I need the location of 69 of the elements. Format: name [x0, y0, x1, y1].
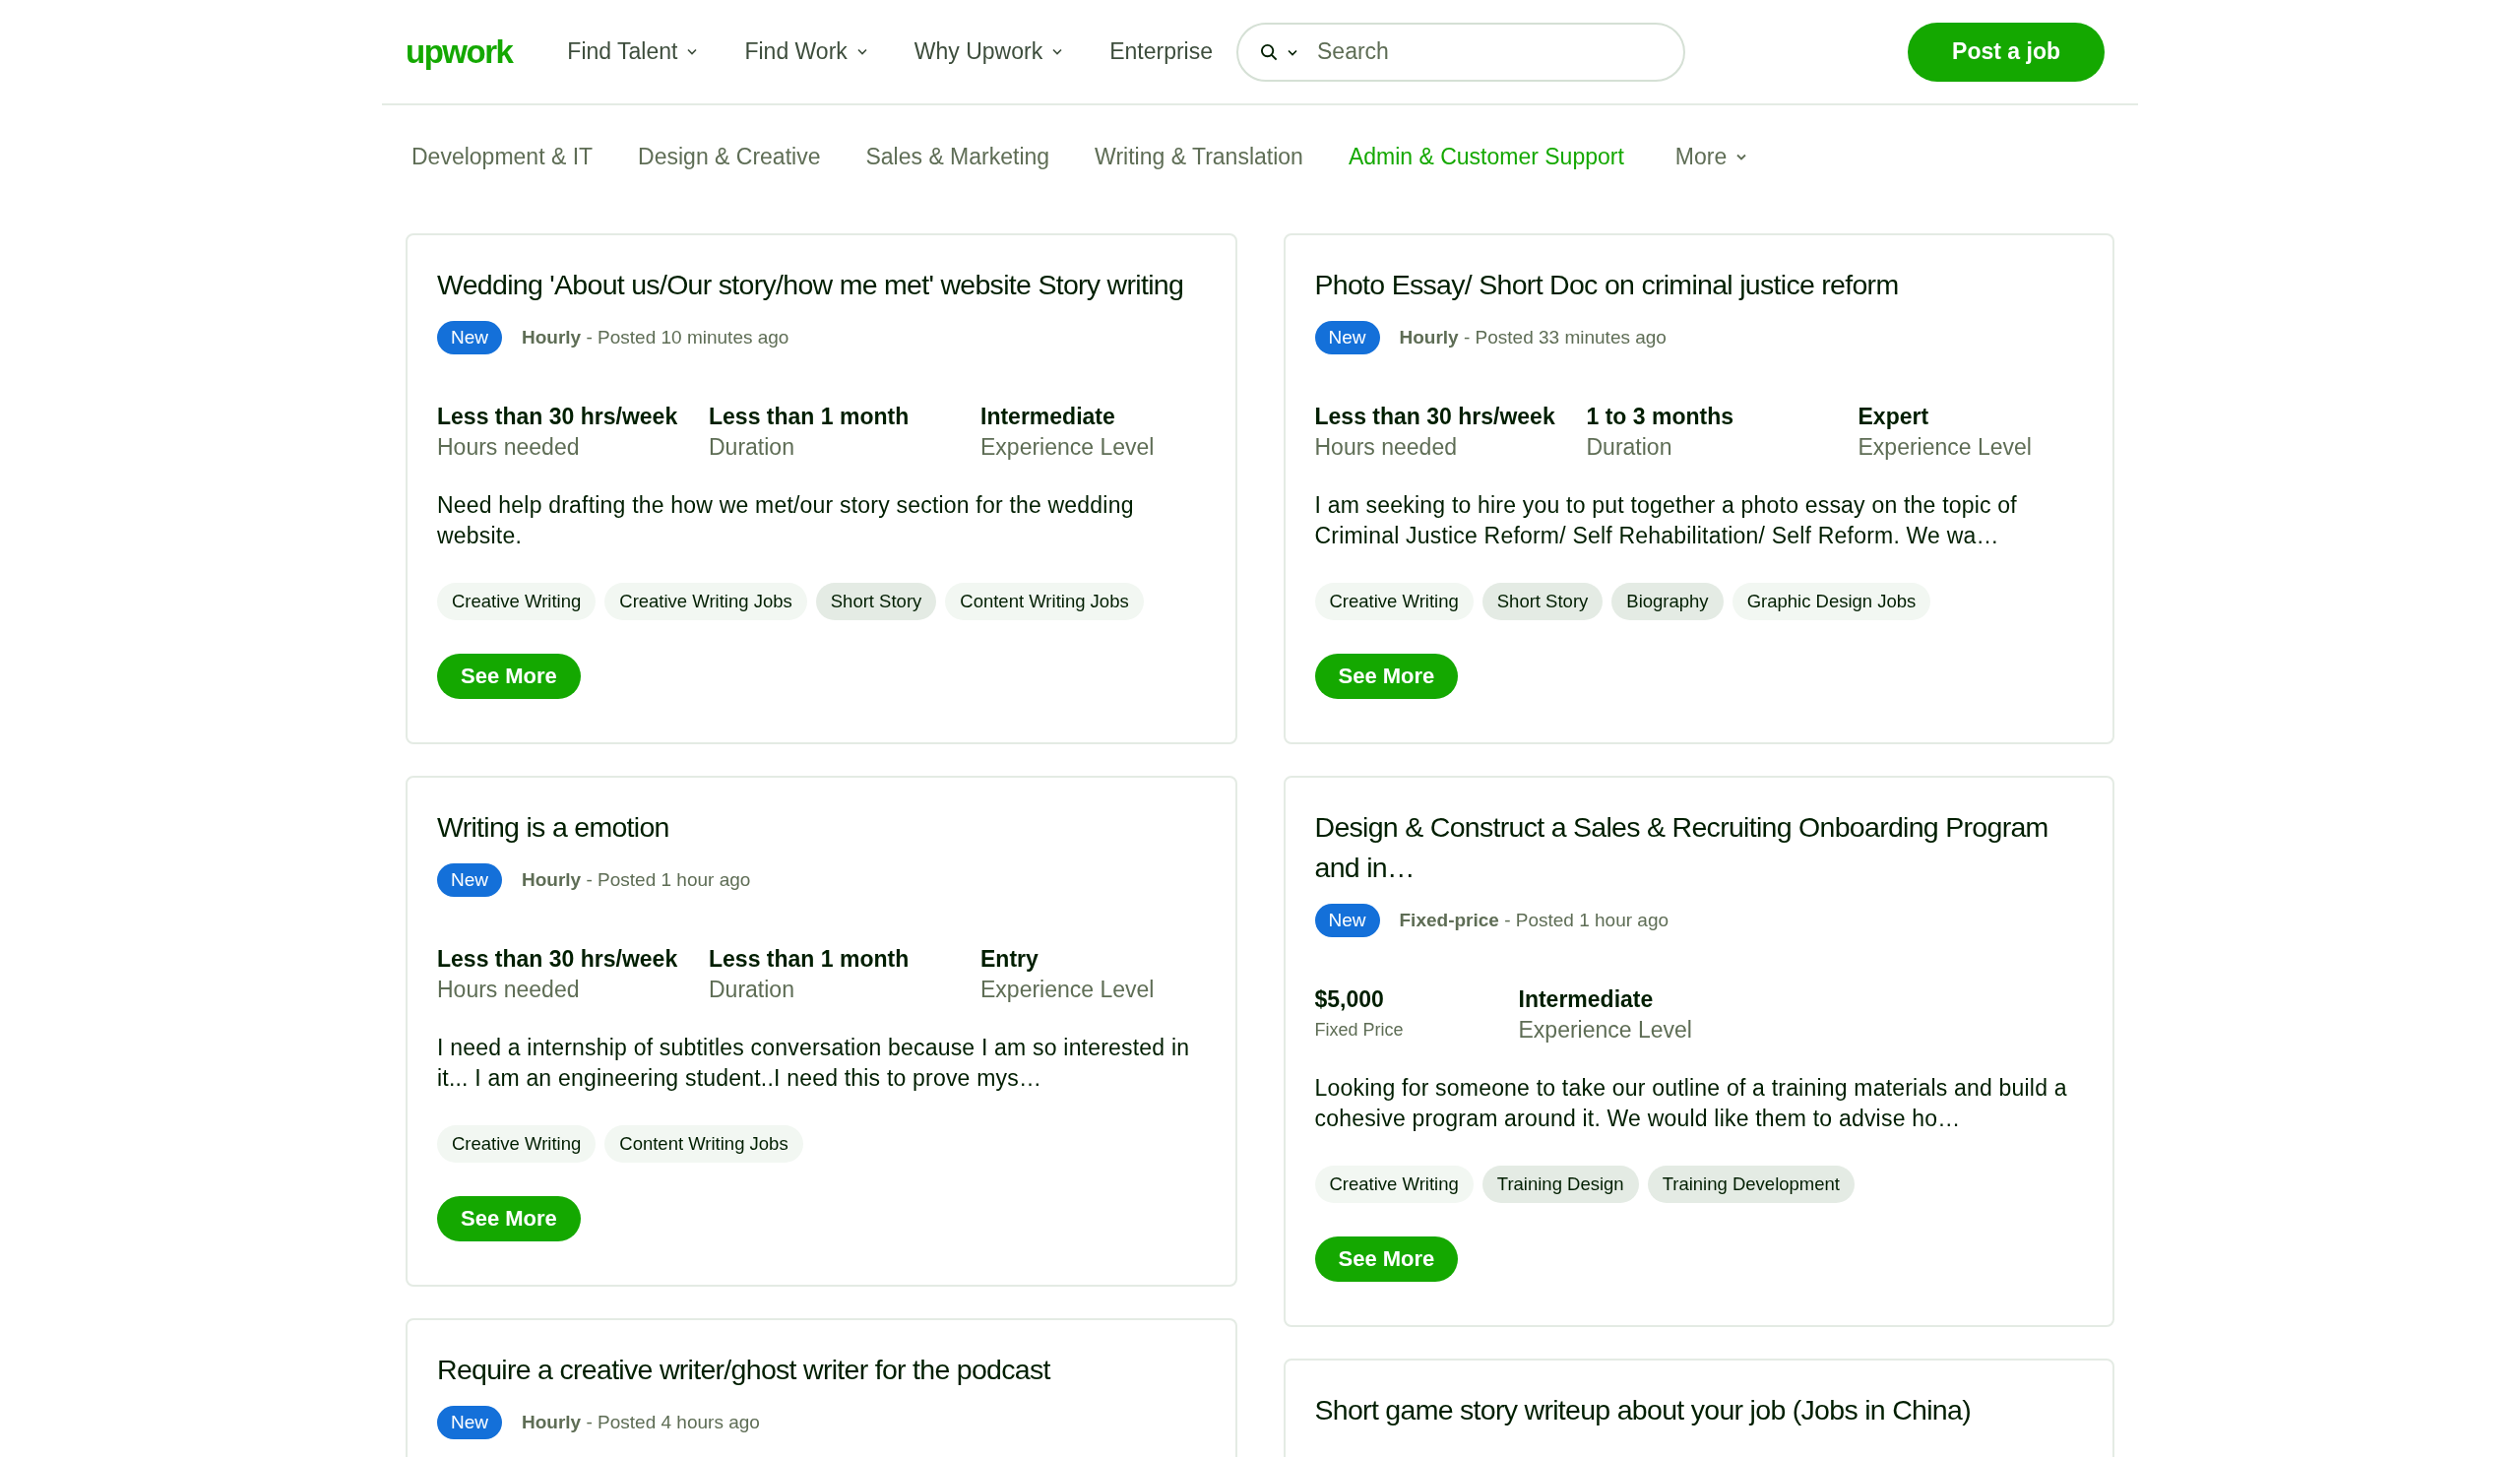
stat-value: Intermediate — [980, 403, 1116, 431]
skill-tag[interactable]: Short Story — [815, 583, 937, 620]
new-badge: New — [437, 321, 502, 354]
stat-value: Intermediate — [1518, 985, 1655, 1014]
stat-label: Hours needed — [1314, 433, 1458, 462]
skill-tag[interactable]: Creative Writing — [437, 583, 597, 620]
stat-value: Less than 1 month — [709, 403, 911, 431]
job-description: I need a internship of subtitles conversation because I am so interested in it... I am an engineering student..I need this to prove mys… — [437, 1034, 1191, 1093]
chevron-icon — [856, 48, 867, 55]
stat-value: Less than 1 month — [709, 945, 911, 974]
stat-value: 1 to 3 months — [1586, 403, 1734, 431]
job-meta: Hourly - Posted 1 hour ago — [522, 869, 751, 891]
job-title[interactable]: Require a creative writer/ghost writer for the podcast — [437, 1350, 1206, 1390]
stat-label: Duration — [709, 433, 795, 462]
job-meta: Hourly - Posted 4 hours ago — [522, 1412, 760, 1433]
skill-tag[interactable]: Content Writing Jobs — [945, 583, 1144, 620]
job-title[interactable]: Photo Essay/ Short Doc on criminal justice reform — [1314, 265, 2083, 305]
stat-label: Experience Level — [1518, 1016, 1693, 1045]
job-description: Need help drafting the how we met/our story section for the wedding website. — [437, 491, 1135, 550]
stat-label: Hours needed — [437, 976, 581, 1004]
skill-tag[interactable]: Graphic Design Jobs — [1732, 583, 1931, 620]
skill-tag[interactable]: Content Writing Jobs — [604, 1125, 803, 1163]
skill-tag[interactable]: Creative Writing Jobs — [604, 583, 807, 620]
stat-label: Experience Level — [980, 976, 1156, 1004]
new-badge: New — [1314, 321, 1380, 354]
skill-tag[interactable]: Creative Writing — [1314, 583, 1474, 620]
nav-link[interactable]: Find Talent — [567, 38, 698, 65]
job-meta: Hourly - Posted 10 minutes ago — [522, 327, 789, 348]
skill-tag[interactable]: Biography — [1611, 583, 1724, 620]
new-badge: New — [1314, 904, 1380, 937]
job-title[interactable]: Wedding 'About us/Our story/how me met' website Story writing — [437, 265, 1206, 305]
job-description: Looking for someone to take our outline of a training materials and build a cohesive program around it. We would like them to advise ho… — [1314, 1074, 2068, 1133]
skill-tag[interactable]: Short Story — [1481, 583, 1604, 620]
skill-tag[interactable]: Training Development — [1647, 1166, 1855, 1203]
category-tab[interactable]: Writing & Translation — [1095, 144, 1303, 170]
stat-label: Experience Level — [980, 433, 1156, 462]
stat-value: Less than 30 hrs/week — [437, 403, 679, 431]
category-tab[interactable]: Design & Creative — [638, 144, 821, 170]
nav-link[interactable]: Enterprise — [1109, 38, 1213, 65]
new-badge: New — [437, 1406, 502, 1439]
job-meta: Hourly - Posted 33 minutes ago — [1399, 327, 1667, 348]
chevron-icon — [687, 48, 698, 55]
category-tab[interactable]: More — [1674, 144, 1747, 170]
stat-label: Hours needed — [437, 433, 581, 462]
nav-link[interactable]: Why Upwork — [914, 38, 1063, 65]
chevron-icon — [1052, 48, 1063, 55]
job-meta: Fixed-price - Posted 1 hour ago — [1399, 910, 1670, 931]
skill-tag[interactable]: Creative Writing — [437, 1125, 597, 1163]
category-tab[interactable]: Development & IT — [411, 144, 594, 170]
stat-label: Duration — [709, 976, 795, 1004]
stat-value: Expert — [1858, 403, 1930, 431]
category-tab[interactable]: Sales & Marketing — [865, 144, 1050, 170]
stat-label: Experience Level — [1858, 433, 2033, 462]
stat-value: Less than 30 hrs/week — [1314, 403, 1556, 431]
job-description: I am seeking to hire you to put together a photo essay on the topic of Criminal Justice Reform/ Self Rehabilitation/ Self Reform. We wa… — [1314, 491, 2018, 550]
chevron-icon — [1736, 154, 1747, 160]
nav-link[interactable]: Find Work — [744, 38, 867, 65]
job-title[interactable]: Design & Construct a Sales & Recruiting Onboarding Program and in… — [1314, 807, 2083, 888]
job-title[interactable]: Writing is a emotion — [437, 807, 1206, 848]
stat-value: $5,000 — [1314, 985, 1385, 1014]
skill-tag[interactable]: Training Design — [1481, 1166, 1639, 1203]
new-badge: New — [437, 863, 502, 897]
skill-tag[interactable]: Creative Writing — [1314, 1166, 1474, 1203]
job-title[interactable]: Short game story writeup about your job (Jobs in China) — [1314, 1390, 2083, 1430]
stat-value: Entry — [980, 945, 1040, 974]
search-field[interactable]: Search — [1236, 22, 1685, 82]
stat-value: Less than 30 hrs/week — [437, 945, 679, 974]
stat-label: Duration — [1586, 433, 1673, 462]
stat-label: Fixed Price — [1314, 1019, 1405, 1042]
